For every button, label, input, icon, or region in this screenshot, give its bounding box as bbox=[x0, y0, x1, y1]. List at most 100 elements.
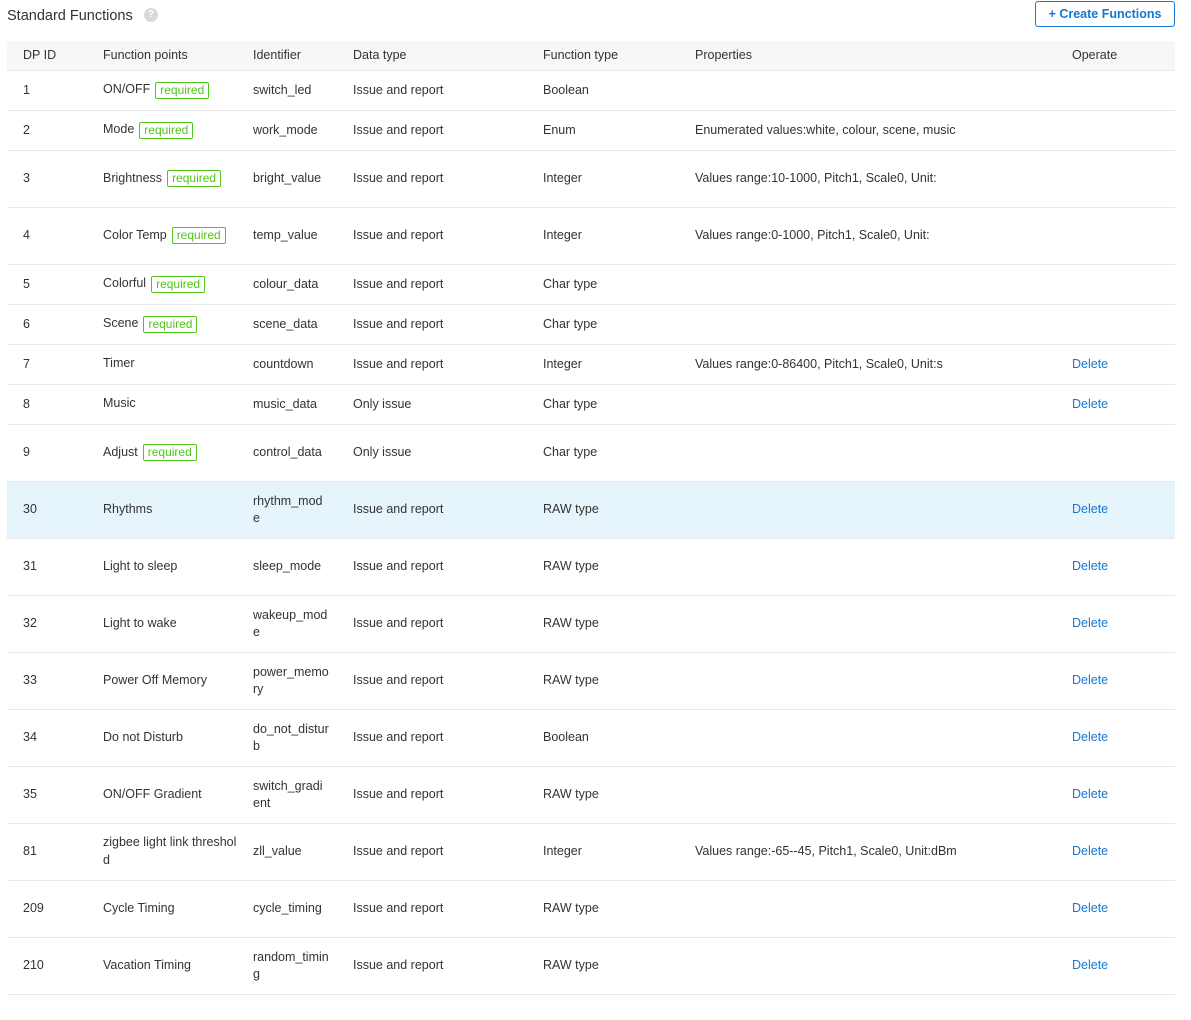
function-point-cell: ON/OFF required bbox=[87, 70, 237, 111]
function-point-cell: Color Temp required bbox=[87, 207, 237, 265]
operate-cell: Delete bbox=[1056, 880, 1175, 938]
operate-cell bbox=[1056, 304, 1175, 345]
delete-link[interactable]: Delete bbox=[1072, 730, 1108, 744]
table-row: 6 Scene required scene_data Issue and report… bbox=[7, 304, 1175, 345]
dp-id-cell: 1 bbox=[7, 70, 87, 111]
operate-cell bbox=[1056, 70, 1175, 111]
delete-link[interactable]: Delete bbox=[1072, 559, 1108, 573]
dp-id-cell: 8 bbox=[7, 384, 87, 425]
function-point-name: Light to wake bbox=[103, 616, 177, 631]
identifier-cell: bright_value bbox=[237, 150, 337, 208]
data-type-cell: Issue and report bbox=[337, 264, 527, 305]
operate-cell: Delete bbox=[1056, 823, 1175, 881]
table-row: 4 Color Temp required temp_value Issue and r… bbox=[7, 207, 1175, 265]
required-badge: required bbox=[167, 170, 222, 188]
properties-cell bbox=[679, 304, 1056, 345]
operate-cell bbox=[1056, 424, 1175, 482]
function-point-name: Timer bbox=[103, 356, 135, 371]
delete-link[interactable]: Delete bbox=[1072, 357, 1108, 371]
function-point-name: Brightness bbox=[103, 171, 163, 186]
function-type-cell: Boolean bbox=[527, 70, 679, 111]
identifier-cell: zll_value bbox=[237, 823, 337, 881]
function-type-cell: RAW type bbox=[527, 652, 679, 710]
table-body: 1 ON/OFF required switch_led Issue and repor… bbox=[7, 70, 1175, 995]
delete-link[interactable]: Delete bbox=[1072, 787, 1108, 801]
function-point-name: Adjust bbox=[103, 445, 138, 460]
operate-cell: Delete bbox=[1056, 595, 1175, 653]
delete-link[interactable]: Delete bbox=[1072, 397, 1108, 411]
operate-cell: Delete bbox=[1056, 709, 1175, 767]
data-type-cell: Issue and report bbox=[337, 304, 527, 345]
section-header: Standard Functions ? + Create Functions bbox=[7, 0, 1175, 40]
page-title: Standard Functions bbox=[7, 8, 133, 24]
dp-id-cell: 2 bbox=[7, 110, 87, 151]
function-point-name: Do not Disturb bbox=[103, 730, 183, 745]
required-badge: required bbox=[155, 81, 210, 99]
function-point-cell: Mode required bbox=[87, 110, 237, 151]
required-badge: required bbox=[139, 121, 194, 139]
identifier-cell: cycle_timing bbox=[237, 880, 337, 938]
data-type-cell: Issue and report bbox=[337, 207, 527, 265]
table-row: 209 Cycle Timing cycle_timing Issue and rep… bbox=[7, 880, 1175, 938]
function-type-cell: Char type bbox=[527, 384, 679, 425]
dp-id-cell: 34 bbox=[7, 709, 87, 767]
identifier-cell: power_memory bbox=[237, 652, 337, 710]
delete-link[interactable]: Delete bbox=[1072, 901, 1108, 915]
operate-cell bbox=[1056, 264, 1175, 305]
dp-id-cell: 33 bbox=[7, 652, 87, 710]
function-type-cell: Char type bbox=[527, 304, 679, 345]
properties-cell bbox=[679, 937, 1056, 995]
identifier-cell: wakeup_mode bbox=[237, 595, 337, 653]
data-type-cell: Issue and report bbox=[337, 937, 527, 995]
delete-link[interactable]: Delete bbox=[1072, 502, 1108, 516]
function-type-cell: Integer bbox=[527, 823, 679, 881]
table-row: 81 zigbee light link threshold zll_value Is… bbox=[7, 823, 1175, 881]
data-type-cell: Only issue bbox=[337, 424, 527, 482]
function-point-name: zigbee light link threshold bbox=[103, 835, 237, 867]
function-type-cell: Integer bbox=[527, 344, 679, 385]
column-header-function-type: Function type bbox=[527, 41, 679, 71]
table-row: 31 Light to sleep sleep_mode Issue and repo… bbox=[7, 538, 1175, 596]
identifier-cell: sleep_mode bbox=[237, 538, 337, 596]
create-functions-button[interactable]: + Create Functions bbox=[1035, 1, 1175, 27]
operate-cell: Delete bbox=[1056, 766, 1175, 824]
properties-cell: Values range:-65--45, Pitch1, Scale0, Un… bbox=[679, 823, 1056, 881]
data-type-cell: Issue and report bbox=[337, 652, 527, 710]
properties-cell bbox=[679, 384, 1056, 425]
functions-table: DP ID Function points Identifier Data ty… bbox=[7, 41, 1175, 995]
delete-link[interactable]: Delete bbox=[1072, 844, 1108, 858]
column-header-data-type: Data type bbox=[337, 41, 527, 71]
operate-cell: Delete bbox=[1056, 538, 1175, 596]
column-header-operate: Operate bbox=[1056, 41, 1175, 71]
delete-link[interactable]: Delete bbox=[1072, 958, 1108, 972]
data-type-cell: Issue and report bbox=[337, 150, 527, 208]
dp-id-cell: 210 bbox=[7, 937, 87, 995]
table-row: 1 ON/OFF required switch_led Issue and repor… bbox=[7, 70, 1175, 111]
dp-id-cell: 209 bbox=[7, 880, 87, 938]
properties-cell bbox=[679, 538, 1056, 596]
properties-cell bbox=[679, 652, 1056, 710]
operate-cell: Delete bbox=[1056, 481, 1175, 539]
identifier-cell: random_timing bbox=[237, 937, 337, 995]
help-icon[interactable]: ? bbox=[144, 8, 158, 22]
function-point-name: Power Off Memory bbox=[103, 673, 207, 688]
dp-id-cell: 4 bbox=[7, 207, 87, 265]
properties-cell bbox=[679, 880, 1056, 938]
column-header-function-points: Function points bbox=[87, 41, 237, 71]
table-row: 210 Vacation Timing random_timing Issue and… bbox=[7, 937, 1175, 995]
required-badge: required bbox=[171, 227, 226, 245]
operate-cell: Delete bbox=[1056, 937, 1175, 995]
table-row: 9 Adjust required control_data Only issue Cha… bbox=[7, 424, 1175, 482]
identifier-cell: scene_data bbox=[237, 304, 337, 345]
delete-link[interactable]: Delete bbox=[1072, 616, 1108, 630]
function-point-cell: Rhythms bbox=[87, 481, 237, 539]
column-header-properties: Properties bbox=[679, 41, 1056, 71]
column-header-identifier: Identifier bbox=[237, 41, 337, 71]
operate-cell bbox=[1056, 207, 1175, 265]
properties-cell bbox=[679, 264, 1056, 305]
function-point-cell: zigbee light link threshold bbox=[87, 823, 237, 881]
function-type-cell: Integer bbox=[527, 150, 679, 208]
identifier-cell: switch_led bbox=[237, 70, 337, 111]
dp-id-cell: 81 bbox=[7, 823, 87, 881]
delete-link[interactable]: Delete bbox=[1072, 673, 1108, 687]
